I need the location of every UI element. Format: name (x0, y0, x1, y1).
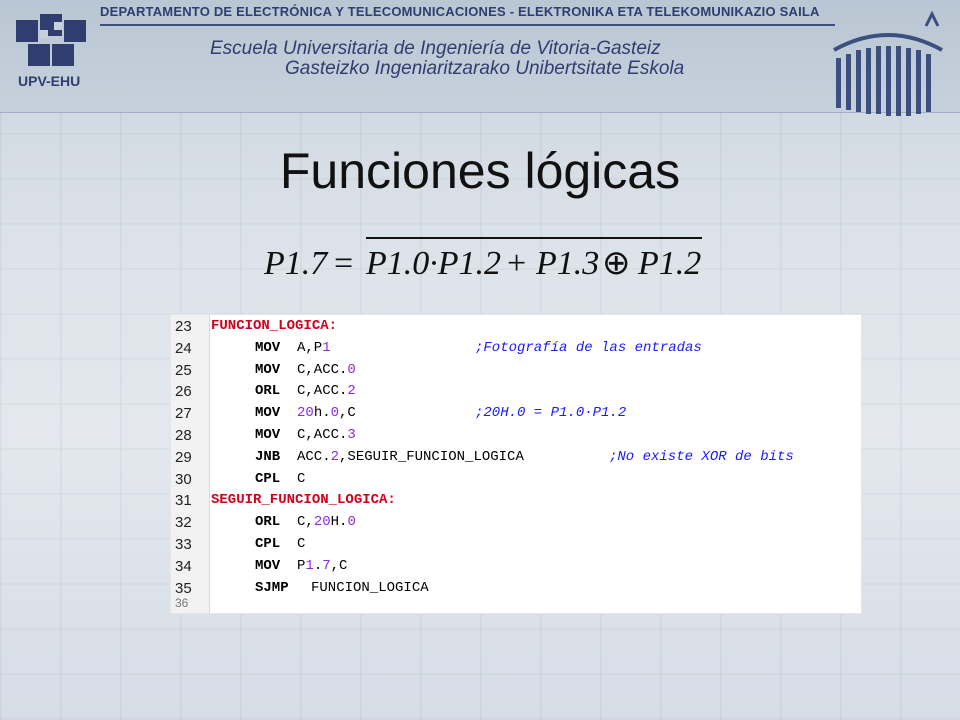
code-line: 26 ORL C,ACC.2 (171, 380, 861, 402)
line-number: 31 (175, 492, 192, 510)
code-mnemonic: MOV (255, 339, 281, 356)
university-pillars-icon (833, 10, 943, 116)
formula-xor: ⊕ (602, 245, 631, 282)
line-number: 30 (175, 470, 192, 488)
upv-ehu-logo-icon (16, 14, 86, 66)
code-comment: ;Fotografía de las entradas (475, 339, 702, 356)
line-number: 27 (175, 405, 192, 423)
code-operands: C,ACC.0 (297, 361, 356, 378)
code-operands: P1.7,C (297, 557, 348, 574)
code-mnemonic: MOV (255, 427, 281, 443)
school-name-es: Escuela Universitaria de Ingeniería de V… (210, 38, 661, 59)
formula-term2b: P1.2 (637, 245, 701, 282)
code-label: SEGUIR_FUNCION_LOGICA: (211, 492, 396, 509)
logo-text: UPV-EHU (18, 73, 81, 89)
line-number: 32 (175, 514, 192, 532)
formula-lhs: P1.7 (263, 245, 329, 282)
code-line: 27 MOV 20h.0,C ;20H.0 = P1.0·P1.2 (171, 402, 861, 424)
formula-plus: + (507, 245, 526, 282)
code-operands: C,20H.0 (297, 514, 356, 531)
line-number: 26 (175, 383, 192, 401)
code-label: FUNCION_LOGICA: (211, 318, 338, 334)
line-number: 35 (175, 579, 192, 597)
line-number: 34 (175, 557, 192, 575)
code-mnemonic: ORL (255, 514, 281, 531)
code-line: 31 SEGUIR_FUNCION_LOGICA: (171, 489, 861, 511)
code-comment: ;No existe XOR de bits (609, 448, 794, 465)
code-operands: 20h.0,C (297, 405, 356, 422)
code-line: 25 MOV C,ACC.0 (171, 359, 861, 381)
code-mnemonic: ORL (255, 383, 281, 400)
code-mnemonic: MOV (255, 557, 281, 574)
code-mnemonic: CPL (255, 470, 281, 487)
code-line: 24 MOV A,P1 ;Fotografía de las entradas (171, 337, 861, 359)
code-operands: C (297, 470, 306, 487)
line-number: 23 (175, 318, 192, 335)
code-line: 34 MOV P1.7,C (171, 555, 861, 577)
code-mnemonic: SJMP (255, 579, 289, 596)
logic-formula: P1.7 = P1.0·P1.2 + P1.3 ⊕ P1.2 (263, 237, 702, 282)
line-number: 33 (175, 536, 192, 553)
line-number: 28 (175, 427, 192, 444)
department-name: DEPARTAMENTO DE ELECTRÓNICA Y TELECOMUNI… (100, 4, 820, 19)
formula-term1: P1.0·P1.2 (365, 245, 501, 282)
code-line: 29 JNB ACC.2,SEGUIR_FUNCION_LOGICA ;No exis… (171, 446, 861, 468)
code-mnemonic: CPL (255, 536, 281, 552)
code-operands: C (297, 536, 306, 552)
code-comment: ;20H.0 = P1.0·P1.2 (475, 405, 627, 422)
slide-title: Funciones lógicas (279, 143, 681, 199)
code-mnemonic: MOV (255, 405, 281, 422)
code-line: 35 SJMP FUNCION_LOGICA (171, 577, 861, 599)
code-line: 23 FUNCION_LOGICA: (171, 315, 861, 337)
header-divider (100, 24, 835, 26)
line-number: 29 (175, 448, 192, 466)
code-line: 32 ORL C,20H.0 (171, 511, 861, 533)
code-mnemonic: JNB (255, 448, 281, 465)
formula-term2a: P1.3 (535, 245, 599, 282)
code-operands: C,ACC.2 (297, 383, 356, 400)
code-editor[interactable]: 23 FUNCION_LOGICA: 24 MOV A,P1 ;Fotografía de… (170, 314, 862, 614)
header-banner: UPV-EHU DEPARTAMENTO DE ELECTRÓNICA Y TE… (0, 0, 960, 116)
code-line: 36 (171, 596, 861, 613)
code-operands: FUNCION_LOGICA (311, 579, 429, 596)
formula-equals: = (334, 245, 353, 282)
school-name-eu: Gasteizko Ingeniaritzarako Unibertsitate… (285, 58, 685, 79)
code-operands: ACC.2,SEGUIR_FUNCION_LOGICA (297, 448, 524, 465)
line-number: 24 (175, 339, 192, 357)
code-operands: A,P1 (297, 339, 331, 356)
code-line: 28 MOV C,ACC.3 (171, 424, 861, 446)
code-operands: C,ACC.3 (297, 427, 356, 443)
code-line: 30 CPL C (171, 468, 861, 490)
code-line: 33 CPL C (171, 533, 861, 555)
line-number: 36 (175, 596, 189, 611)
code-mnemonic: MOV (255, 361, 281, 378)
line-number: 25 (175, 361, 192, 379)
